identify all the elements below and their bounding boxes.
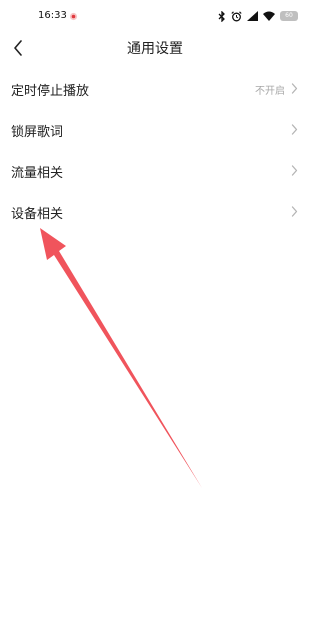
chevron-right-icon <box>291 165 298 176</box>
setting-label: 定时停止播放 <box>11 84 90 99</box>
chevron-right-icon <box>291 206 298 217</box>
setting-timer-stop[interactable]: 定时停止播放 不开启 <box>0 68 310 109</box>
arrow-shape <box>40 228 202 488</box>
setting-lockscreen-lyrics[interactable]: 锁屏歌词 <box>0 109 310 150</box>
setting-label: 锁屏歌词 <box>11 125 64 140</box>
setting-value: 不开启 <box>255 86 285 97</box>
battery-icon: 60 <box>280 11 298 21</box>
signal-icon <box>247 11 258 21</box>
settings-list: 定时停止播放 不开启 锁屏歌词 流量相关 设备相关 <box>0 68 310 232</box>
setting-label: 设备相关 <box>11 207 64 222</box>
chevron-right-icon <box>291 83 298 94</box>
wifi-icon <box>263 11 275 21</box>
status-bar: 16:33 60 <box>0 0 310 34</box>
alarm-icon <box>231 10 242 21</box>
battery-level: 60 <box>285 12 293 19</box>
page-title: 通用设置 <box>127 41 183 57</box>
bluetooth-icon <box>218 10 225 22</box>
status-icons: 60 <box>218 10 298 22</box>
setting-label: 流量相关 <box>11 166 64 181</box>
status-time: 16:33 <box>38 10 67 21</box>
header: 通用设置 <box>0 34 310 62</box>
notification-dot-icon <box>69 12 78 21</box>
screen: 16:33 60 通用设置 定时停止播放 不开启 锁屏歌词 流量相关 设备相关 <box>0 0 310 639</box>
setting-device[interactable]: 设备相关 <box>0 191 310 232</box>
chevron-right-icon <box>291 124 298 135</box>
setting-data-usage[interactable]: 流量相关 <box>0 150 310 191</box>
